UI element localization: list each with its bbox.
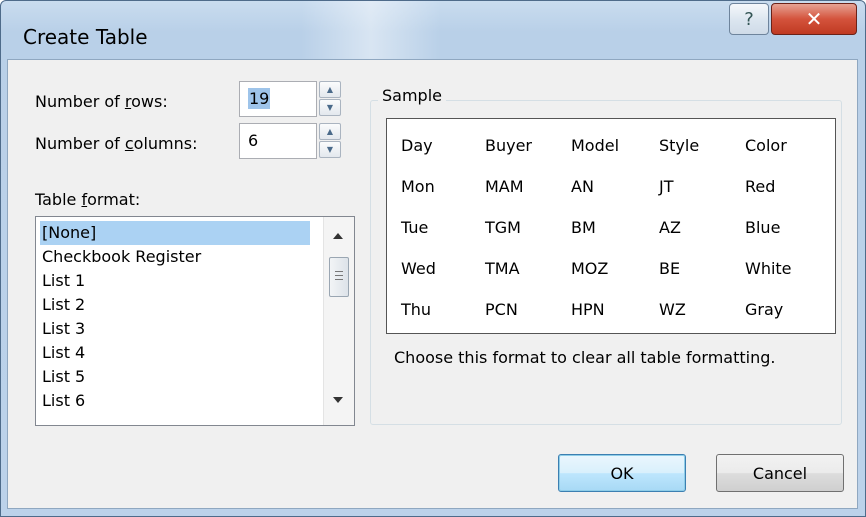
list-item[interactable]: List 2: [40, 293, 310, 317]
rows-label-suffix: ows:: [131, 92, 168, 111]
sample-cell: MOZ: [571, 259, 609, 278]
columns-label-prefix: Number of: [35, 134, 125, 153]
list-item[interactable]: List 5: [40, 365, 310, 389]
spin-down-icon: ▼: [326, 145, 334, 154]
table-format-label: Table format:: [35, 190, 140, 209]
list-item[interactable]: List 3: [40, 317, 310, 341]
rows-input[interactable]: 19: [239, 81, 317, 117]
close-button[interactable]: ✕: [771, 3, 857, 35]
format-description: Choose this format to clear all table fo…: [394, 348, 776, 367]
sample-cell: Buyer: [485, 136, 533, 155]
list-scrollbar[interactable]: [323, 217, 354, 425]
sample-cell: BM: [571, 218, 596, 237]
sample-cell: Mon: [401, 177, 435, 196]
dialog-body: Number of rows: 19 ▲ ▼ Number of columns…: [7, 59, 858, 509]
sample-cell: PCN: [485, 300, 518, 319]
list-item[interactable]: List 1: [40, 269, 310, 293]
title-bar[interactable]: Create Table ? ✕: [1, 1, 865, 59]
sample-cell: TMA: [485, 259, 520, 278]
columns-increment-button[interactable]: ▲: [319, 123, 341, 140]
thumb-grip-line: [335, 279, 343, 280]
dialog-title: Create Table: [23, 25, 148, 49]
title-bar-glare: [301, 1, 441, 59]
spin-down-icon: ▼: [326, 103, 334, 112]
sample-cell: Red: [745, 177, 776, 196]
help-button[interactable]: ?: [729, 3, 769, 35]
sample-table-preview: Day Buyer Model Style Color Mon MAM AN J…: [386, 118, 836, 334]
sample-cell: Color: [745, 136, 787, 155]
rows-increment-button[interactable]: ▲: [319, 81, 341, 98]
close-icon: ✕: [805, 7, 823, 31]
rows-spinner: 19 ▲ ▼: [239, 81, 347, 117]
thumb-grip-line: [335, 271, 343, 272]
format-label-suffix: ormat:: [87, 190, 141, 209]
sample-cell: HPN: [571, 300, 605, 319]
columns-input[interactable]: 6: [239, 123, 317, 159]
sample-cell: AN: [571, 177, 594, 196]
columns-value: 6: [248, 131, 259, 150]
help-icon: ?: [744, 8, 754, 30]
spin-up-icon: ▲: [326, 127, 334, 136]
scroll-down-arrow-icon[interactable]: [333, 397, 343, 403]
sample-cell: JT: [659, 177, 674, 196]
list-item[interactable]: [None]: [40, 221, 310, 245]
scroll-up-arrow-icon[interactable]: [333, 233, 343, 239]
rows-label-prefix: Number of: [35, 92, 125, 111]
create-table-dialog: Create Table ? ✕ Number of rows: 19 ▲ ▼ …: [0, 0, 866, 517]
rows-value: 19: [248, 88, 271, 109]
sample-cell: White: [745, 259, 792, 278]
sample-cell: AZ: [659, 218, 681, 237]
scroll-thumb[interactable]: [329, 257, 349, 297]
list-item[interactable]: List 6: [40, 389, 310, 413]
list-item[interactable]: Checkbook Register: [40, 245, 310, 269]
spin-up-icon: ▲: [326, 85, 334, 94]
sample-cell: Blue: [745, 218, 781, 237]
ok-button[interactable]: OK: [558, 454, 686, 492]
sample-cell: Model: [571, 136, 620, 155]
sample-cell: Wed: [401, 259, 436, 278]
format-label-prefix: Table: [35, 190, 82, 209]
sample-cell: MAM: [485, 177, 524, 196]
table-format-list[interactable]: [None] Checkbook Register List 1 List 2 …: [35, 216, 355, 426]
sample-cell: TGM: [485, 218, 521, 237]
cancel-button[interactable]: Cancel: [716, 454, 844, 492]
list-item[interactable]: List 4: [40, 341, 310, 365]
sample-cell: WZ: [659, 300, 686, 319]
sample-cell: BE: [659, 259, 681, 278]
rows-decrement-button[interactable]: ▼: [319, 99, 341, 116]
sample-cell: Tue: [401, 218, 429, 237]
columns-decrement-button[interactable]: ▼: [319, 141, 341, 158]
columns-label: Number of columns:: [35, 134, 198, 153]
columns-label-suffix: olumns:: [133, 134, 198, 153]
columns-label-accelerator: c: [124, 134, 134, 153]
sample-cell: Day: [401, 136, 433, 155]
sample-cell: Style: [659, 136, 700, 155]
columns-spinner: 6 ▲ ▼: [239, 123, 347, 159]
sample-cell: Gray: [745, 300, 784, 319]
rows-label: Number of rows:: [35, 92, 168, 111]
sample-cell: Thu: [401, 300, 432, 319]
sample-group-title: Sample: [378, 86, 446, 105]
thumb-grip-line: [335, 275, 343, 276]
